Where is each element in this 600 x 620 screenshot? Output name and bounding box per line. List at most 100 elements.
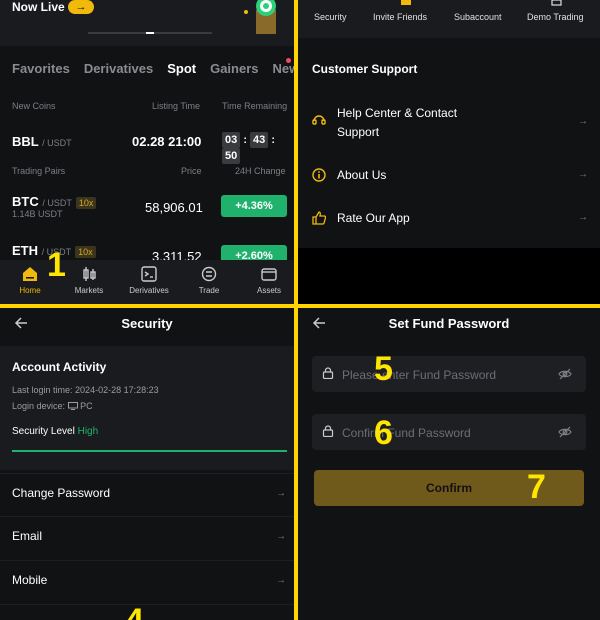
nav-markets-label: Markets [74, 286, 104, 295]
trade-icon [201, 266, 217, 282]
nav-home-label: Home [19, 286, 41, 295]
thumbs-up-icon [312, 211, 326, 225]
change-badge: +4.36% [221, 195, 287, 217]
eye-off-icon[interactable] [558, 425, 572, 439]
login-device-line: Login device: PC [12, 401, 93, 411]
security-screen: Security Account Activity Last login tim… [0, 308, 294, 620]
nav-trade[interactable]: Trade [180, 266, 238, 295]
carousel-indicator [88, 32, 212, 34]
leverage-badge: 10x [75, 197, 97, 209]
row-mobile[interactable]: Mobile → [0, 560, 294, 603]
markets-screen: Now Live → Favorites Derivatives Spot Gaine… [0, 0, 294, 304]
security-level: Security Level High [12, 426, 98, 437]
countdown-separator: : [243, 134, 247, 146]
page-title: Set Fund Password [388, 316, 510, 331]
security-level-value: High [77, 426, 99, 437]
gift-icon [401, 0, 411, 5]
header-bar: Set Fund Password [298, 308, 600, 342]
menu-label: Help Center & Contact Support [337, 106, 458, 139]
candlestick-icon [83, 267, 96, 281]
last-login-value: 2024-02-28 17:28:23 [75, 385, 159, 395]
coin-symbol: BBL [12, 134, 39, 149]
row-label: Mobile [12, 573, 48, 587]
tab-spot[interactable]: Spot [167, 61, 196, 76]
page-title: Security [121, 316, 173, 331]
countdown: 03 : 43 : 50 [222, 132, 294, 164]
chevron-right-icon: → [276, 531, 286, 542]
notification-dot [286, 58, 291, 63]
home-icon [23, 267, 37, 281]
row-email[interactable]: Email → [0, 516, 294, 559]
security-level-label: Security Level [12, 426, 75, 437]
price-header: Price [181, 166, 202, 176]
confirm-fund-password-field[interactable] [312, 414, 586, 450]
account-activity-title: Account Activity [12, 360, 107, 374]
annotation-marker: 6 [374, 414, 393, 452]
quick-subaccount[interactable]: Subaccount [454, 12, 502, 22]
menu-about-us[interactable]: About Us → [312, 165, 588, 185]
countdown-hours: 03 [222, 132, 241, 148]
derivatives-icon [141, 266, 157, 282]
confirm-fund-password-input[interactable] [340, 422, 554, 444]
chevron-right-icon: → [578, 169, 588, 180]
listing-time: 02.28 21:00 [132, 134, 202, 149]
wallet-icon [261, 268, 277, 281]
countdown-minutes: 43 [250, 132, 269, 148]
tab-gainers[interactable]: Gainers [210, 61, 258, 76]
annotation-marker: 5 [374, 350, 393, 388]
tab-favorites[interactable]: Favorites [12, 61, 70, 76]
menu-rate-app[interactable]: Rate Our App → [312, 208, 588, 228]
menu-help-center[interactable]: Help Center & Contact Support → [312, 104, 588, 144]
pair-symbol: ETH [12, 243, 38, 258]
lock-icon [322, 425, 334, 437]
quick-security[interactable]: Security [314, 12, 347, 22]
menu-label: About Us [337, 168, 387, 182]
fund-password-field[interactable] [312, 356, 586, 392]
row-partial[interactable] [0, 604, 294, 620]
nav-derivatives[interactable]: Derivatives [120, 266, 178, 295]
promo-coin-icon [244, 0, 276, 34]
bottom-nav: Home Markets Derivatives Trade Assets [0, 260, 294, 304]
demo-icon [551, 0, 562, 6]
coin-quote: / USDT [42, 138, 72, 148]
chevron-right-icon: → [578, 212, 588, 223]
eye-off-icon[interactable] [558, 367, 572, 381]
fund-password-input[interactable] [340, 364, 554, 386]
nav-assets-label: Assets [256, 286, 281, 295]
quick-demo-trading[interactable]: Demo Trading [527, 12, 584, 22]
menu-label: Rate Our App [337, 211, 410, 225]
tab-derivatives[interactable]: Derivatives [84, 61, 153, 76]
market-tabs: Favorites Derivatives Spot Gainers New [12, 61, 294, 76]
last-login-line: Last login time: 2024-02-28 17:28:23 [12, 385, 159, 395]
nav-assets[interactable]: Assets [240, 266, 294, 295]
time-remaining-header: Time Remaining [222, 101, 288, 111]
lock-icon [322, 367, 334, 379]
fund-password-screen: Set Fund Password Confirm 5 6 7 [298, 308, 600, 620]
pair-symbol: BTC [12, 194, 39, 209]
row-change-password[interactable]: Change Password → [0, 473, 294, 516]
pair-quote: / USDT [42, 198, 72, 208]
pair-volume: 1.14B USDT [12, 209, 63, 219]
headset-icon [312, 115, 326, 125]
now-live-label: Now Live [12, 0, 65, 14]
customer-support-title: Customer Support [312, 62, 418, 76]
row-label: Change Password [12, 486, 111, 500]
chevron-right-icon: → [578, 116, 588, 127]
chevron-right-icon: → [276, 488, 286, 499]
quick-invite-friends[interactable]: Invite Friends [373, 12, 427, 22]
row-label: Email [12, 529, 43, 543]
nav-derivatives-label: Derivatives [129, 286, 169, 295]
promo-banner[interactable]: Now Live → [0, 0, 294, 46]
nav-markets[interactable]: Markets [60, 266, 118, 295]
countdown-seconds: 50 [222, 148, 241, 164]
arrow-right-icon[interactable]: → [68, 0, 94, 14]
annotation-marker: 7 [527, 468, 546, 506]
monitor-icon [67, 402, 78, 410]
login-device-value: PC [80, 401, 93, 411]
security-level-bar [12, 450, 287, 452]
header-bar: Security [0, 308, 294, 342]
trading-pairs-header: Trading Pairs [12, 166, 66, 176]
last-login-label: Last login time: [12, 385, 73, 395]
quick-actions-bar: Security Invite Friends Subaccount Demo … [298, 0, 600, 38]
tab-new[interactable]: New [273, 61, 294, 76]
